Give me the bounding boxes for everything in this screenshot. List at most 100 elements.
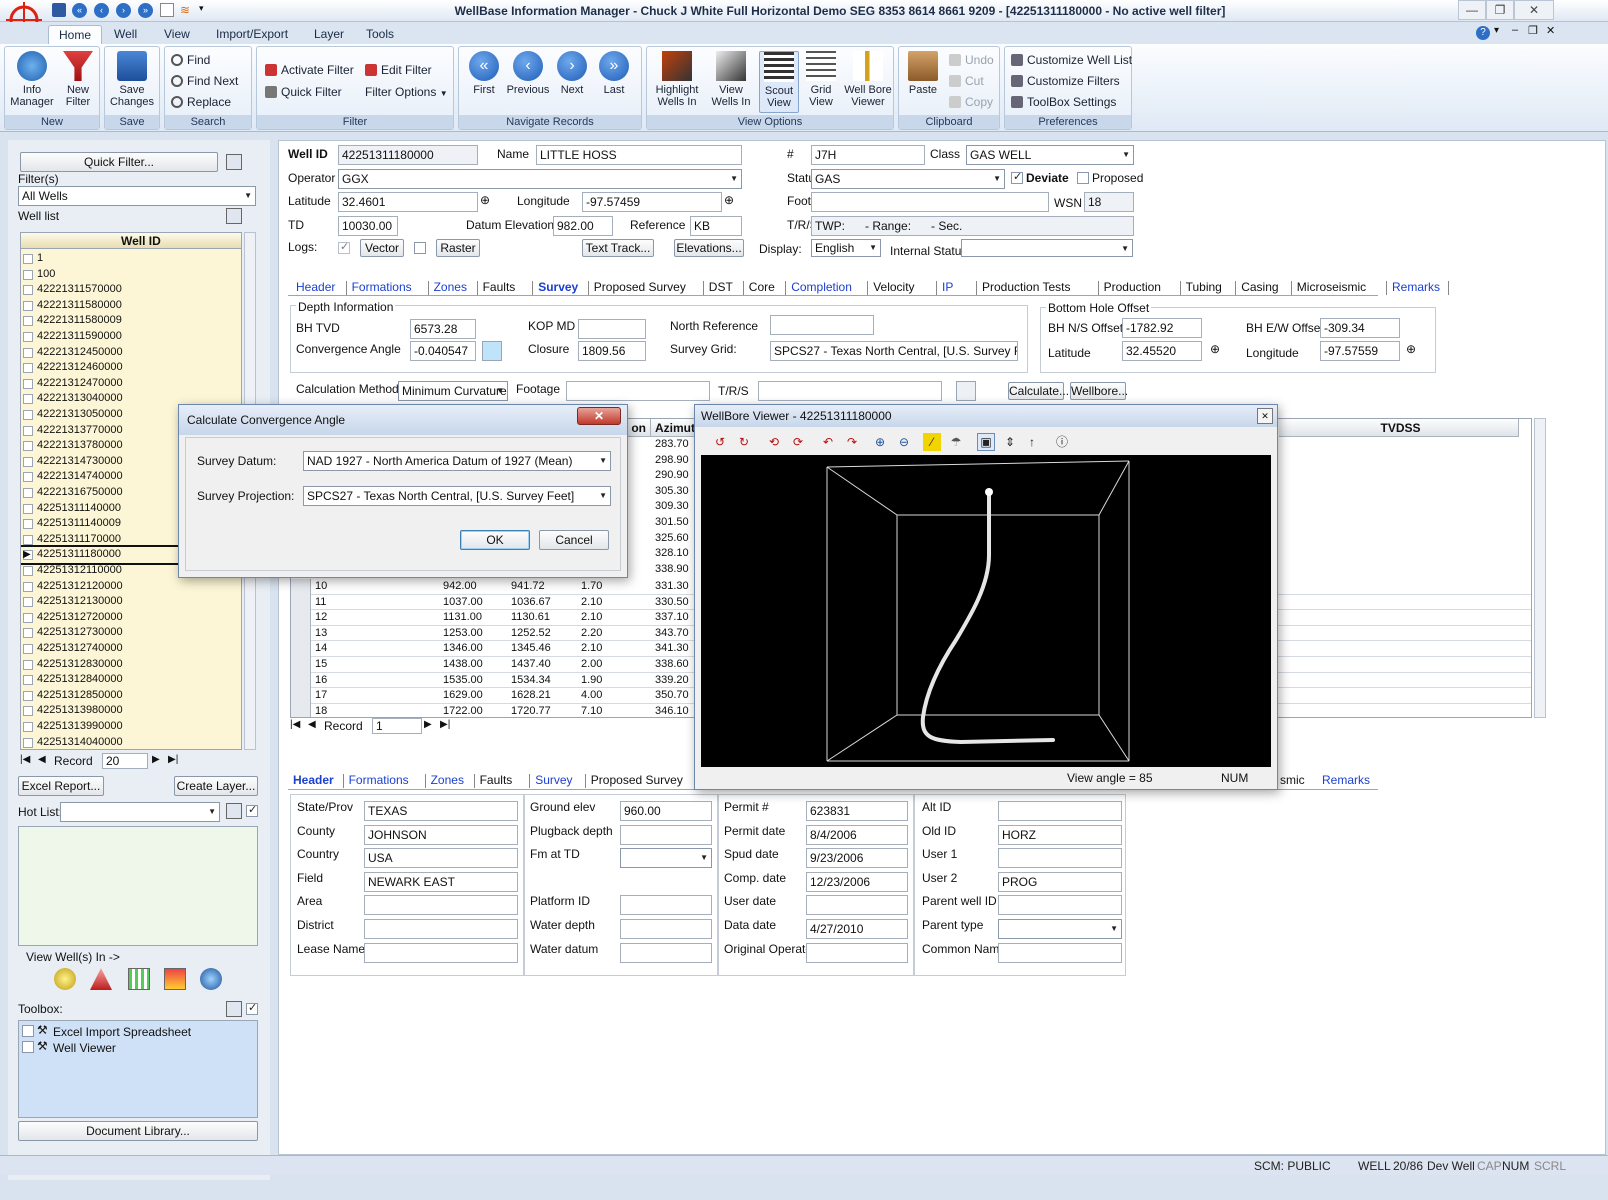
cell-az[interactable]: 346.10 <box>655 705 689 717</box>
well-list-row[interactable]: 42251313990000 <box>21 719 241 735</box>
user-date-field[interactable] <box>806 895 908 916</box>
cell-inc[interactable]: 2.10 <box>581 642 602 654</box>
cell-md[interactable]: 1131.00 <box>443 611 482 623</box>
cell-inc[interactable]: 1.90 <box>581 674 602 686</box>
calculate-button[interactable]: Calculate... <box>1008 382 1069 400</box>
well-list-row[interactable]: 42251312850000 <box>21 688 241 704</box>
display-select[interactable]: English <box>811 239 881 257</box>
cell-tvd[interactable]: 1345.46 <box>511 642 551 654</box>
row-header[interactable] <box>291 657 311 673</box>
survey-nav-first-icon[interactable]: |◀ <box>290 719 300 730</box>
reference-field[interactable]: KB <box>690 216 742 236</box>
cell-inc[interactable]: 2.10 <box>581 596 602 608</box>
latitude-field[interactable]: 32.4601 <box>338 192 478 212</box>
view-in-globe-icon[interactable] <box>200 968 222 990</box>
well-row-checkbox[interactable] <box>23 332 33 342</box>
convergence-calc-button[interactable] <box>482 341 502 361</box>
orig-op-field[interactable] <box>806 942 908 963</box>
water-datum-field[interactable] <box>620 942 712 963</box>
well-list-row[interactable]: 42221311580000 <box>21 298 241 314</box>
field-field[interactable]: NEWARK EAST <box>364 871 518 892</box>
nav-last-icon[interactable]: ▶| <box>168 754 178 765</box>
nav-first-icon[interactable]: |◀ <box>20 754 30 765</box>
cell-inc[interactable]: 4.00 <box>581 689 602 701</box>
tab-header[interactable]: Header <box>296 280 335 294</box>
cell-tvd[interactable]: 1628.21 <box>511 689 551 701</box>
survey-trs-field[interactable] <box>758 381 942 401</box>
cell-az[interactable]: 341.30 <box>655 642 689 654</box>
new-filter-button[interactable]: New Filter <box>53 51 103 113</box>
raster-button[interactable]: Raster <box>436 239 480 257</box>
well-row-checkbox[interactable] <box>23 722 33 732</box>
common-name-field[interactable] <box>998 942 1122 963</box>
water-depth-field[interactable] <box>620 919 712 939</box>
well-list-row[interactable]: 42251312840000 <box>21 672 241 688</box>
well-row-checkbox[interactable] <box>23 456 33 467</box>
deviate-checkbox[interactable] <box>1011 170 1023 184</box>
longitude-globe-icon[interactable]: ⊕ <box>724 193 734 207</box>
row-header[interactable] <box>291 579 311 595</box>
toolbox-item-well-viewer[interactable]: Well Viewer <box>53 1041 116 1055</box>
longitude-field[interactable]: -97.57459 <box>582 192 722 212</box>
tab-casing[interactable]: Casing <box>1241 280 1278 294</box>
find-next-button[interactable]: Find Next <box>171 72 238 90</box>
paste-button[interactable]: Paste <box>901 51 945 113</box>
ribbon-collapse-icon[interactable]: ▾ <box>1494 25 1499 36</box>
tilt-left-icon[interactable]: ↶ <box>819 433 837 451</box>
row-header[interactable] <box>291 594 311 611</box>
alt-id-field[interactable] <box>998 801 1122 821</box>
country-field[interactable]: USA <box>364 848 518 869</box>
quick-filter-button[interactable]: Quick Filter <box>265 83 342 101</box>
survey-record-input[interactable]: 1 <box>372 718 422 734</box>
fm-td-select[interactable] <box>620 848 712 869</box>
bh-latitude-globe-icon[interactable]: ⊕ <box>1210 342 1220 356</box>
azimuth-cell[interactable]: 328.10 <box>655 547 689 559</box>
tab-formations[interactable]: Formations <box>349 773 409 787</box>
well-row-checkbox[interactable] <box>23 425 33 436</box>
well-row-checkbox[interactable] <box>23 254 33 264</box>
text-track-button[interactable]: Text Track... <box>582 239 654 257</box>
tab-formations[interactable]: Formations <box>352 280 412 294</box>
well-row-checkbox[interactable] <box>23 659 33 670</box>
survey-table-scrollbar[interactable] <box>1534 418 1546 718</box>
cell-n[interactable]: 10 <box>315 580 327 592</box>
tab-proposed-survey[interactable]: Proposed Survey <box>591 773 683 787</box>
rotate-left-icon[interactable]: ↺ <box>711 433 729 451</box>
convergence-angle-field[interactable]: -0.040547 <box>410 341 476 361</box>
record-input[interactable]: 20 <box>102 753 148 769</box>
lease-field[interactable] <box>364 942 518 963</box>
azimuth-cell[interactable]: 301.50 <box>655 516 689 528</box>
azimuth-cell[interactable]: 290.90 <box>655 469 689 481</box>
filter-select[interactable]: All Wells <box>18 186 256 206</box>
kop-md-field[interactable] <box>578 319 646 339</box>
survey-trs-button[interactable] <box>956 381 976 401</box>
parent-well-field[interactable] <box>998 895 1122 916</box>
survey-footage-field[interactable] <box>566 381 710 401</box>
cell-inc[interactable]: 1.70 <box>581 580 602 592</box>
hot-list-settings-icon[interactable] <box>226 803 242 819</box>
wellbore-button[interactable]: Wellbore... <box>1070 382 1128 400</box>
well-id-field[interactable]: 42251311180000 <box>338 145 478 165</box>
close-button[interactable]: ✕ <box>1514 0 1554 20</box>
cell-n[interactable]: 16 <box>315 674 327 686</box>
row-header[interactable] <box>291 703 311 717</box>
cell-n[interactable]: 18 <box>315 705 327 717</box>
tab-production[interactable]: Production <box>1104 280 1161 294</box>
qat-previous-icon[interactable]: ‹ <box>94 3 109 18</box>
well-row-checkbox[interactable] <box>23 675 33 686</box>
customize-well-list-button[interactable]: Customize Well List <box>1011 51 1132 69</box>
cell-az[interactable]: 331.30 <box>655 580 689 592</box>
class-select[interactable]: GAS WELL <box>966 145 1134 165</box>
cell-az[interactable]: 330.50 <box>655 596 689 608</box>
tab-velocity[interactable]: Velocity <box>873 280 914 294</box>
customize-filters-button[interactable]: Customize Filters <box>1011 72 1120 90</box>
tab-tools[interactable]: Tools <box>356 25 404 44</box>
info-icon[interactable]: ⓘ <box>1053 433 1071 451</box>
state-field[interactable]: TEXAS <box>364 801 518 821</box>
wellbore-3d-canvas[interactable] <box>701 455 1271 767</box>
proposed-checkbox[interactable] <box>1077 172 1089 184</box>
umbrella-icon[interactable]: ☂ <box>947 433 965 451</box>
dialog-ok-button[interactable]: OK <box>460 530 530 550</box>
well-row-checkbox[interactable] <box>23 534 33 545</box>
tab-zones[interactable]: Zones <box>434 280 467 294</box>
